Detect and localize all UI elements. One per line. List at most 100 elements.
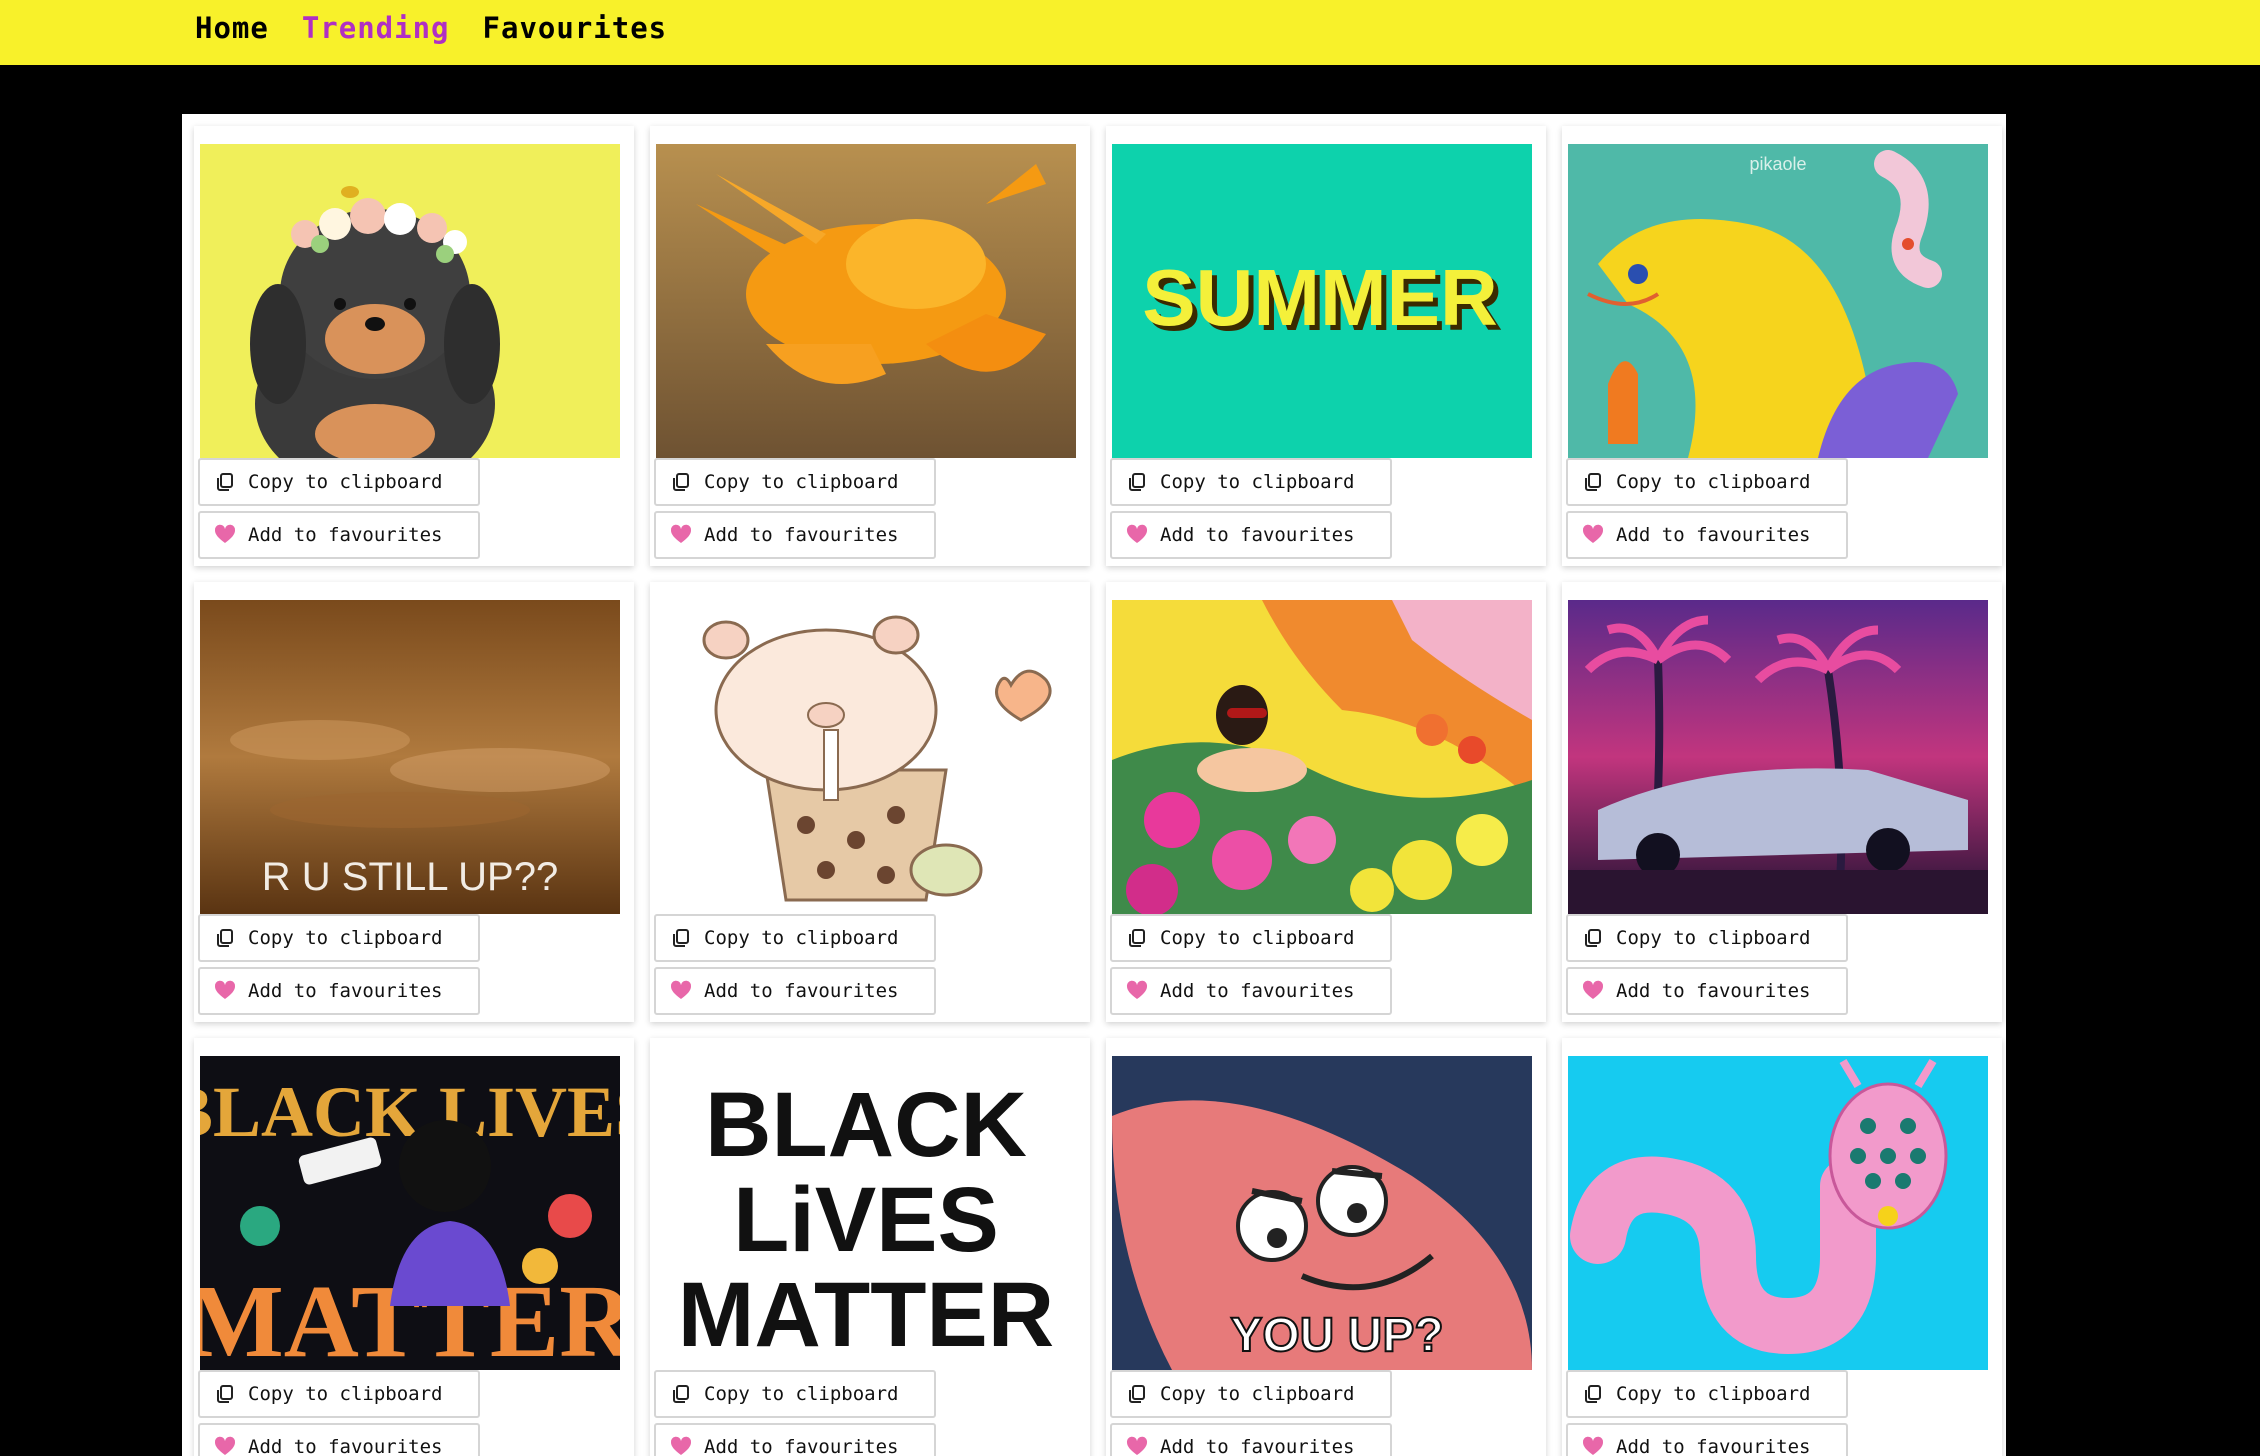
gif-card: BLACK LIVES MATTER Copy to clipboard Add… bbox=[194, 1038, 634, 1456]
copy-button-label: Copy to clipboard bbox=[1616, 471, 1811, 493]
top-nav-bar: Home Trending Favourites bbox=[0, 0, 2260, 65]
fav-button-label: Add to favourites bbox=[248, 980, 443, 1002]
gif-image[interactable] bbox=[200, 144, 620, 458]
gif-card: Copy to clipboard Add to favourites bbox=[650, 126, 1090, 566]
add-to-favourites-button[interactable]: Add to favourites bbox=[654, 511, 936, 559]
copy-to-clipboard-button[interactable]: Copy to clipboard bbox=[198, 458, 480, 506]
still-up-caption: R U STILL UP?? bbox=[262, 855, 558, 899]
copy-to-clipboard-button[interactable]: Copy to clipboard bbox=[1110, 914, 1392, 962]
gif-grid: Copy to clipboard Add to favourites Copy… bbox=[194, 126, 2002, 1456]
copy-to-clipboard-button[interactable]: Copy to clipboard bbox=[654, 914, 936, 962]
gif-image[interactable]: YOU UP? bbox=[1112, 1056, 1532, 1370]
add-to-favourites-button[interactable]: Add to favourites bbox=[198, 1423, 480, 1456]
gif-image[interactable]: pikaole bbox=[1568, 144, 1988, 458]
heart-icon bbox=[670, 1436, 692, 1456]
copy-button-label: Copy to clipboard bbox=[1160, 1383, 1355, 1405]
heart-icon bbox=[214, 524, 236, 546]
heart-icon bbox=[214, 1436, 236, 1456]
heart-icon bbox=[1126, 980, 1148, 1002]
pikaole-watermark: pikaole bbox=[1749, 154, 1806, 174]
clipboard-icon bbox=[1126, 471, 1148, 493]
clipboard-icon bbox=[670, 1383, 692, 1405]
copy-button-label: Copy to clipboard bbox=[1160, 471, 1355, 493]
heart-icon bbox=[670, 980, 692, 1002]
add-to-favourites-button[interactable]: Add to favourites bbox=[654, 967, 936, 1015]
blm-line-1: BLACK bbox=[705, 1074, 1027, 1176]
gif-image[interactable] bbox=[1112, 600, 1532, 914]
fav-button-label: Add to favourites bbox=[704, 1436, 899, 1456]
clipboard-icon bbox=[670, 471, 692, 493]
you-up-caption: YOU UP? bbox=[1230, 1309, 1443, 1362]
gif-image[interactable] bbox=[1568, 1056, 1988, 1370]
fav-button-label: Add to favourites bbox=[1160, 980, 1355, 1002]
clipboard-icon bbox=[1126, 1383, 1148, 1405]
copy-to-clipboard-button[interactable]: Copy to clipboard bbox=[1566, 458, 1848, 506]
clipboard-icon bbox=[1582, 927, 1604, 949]
heart-icon bbox=[1582, 1436, 1604, 1456]
copy-button-label: Copy to clipboard bbox=[1160, 927, 1355, 949]
copy-button-label: Copy to clipboard bbox=[704, 471, 899, 493]
gif-results-panel: Copy to clipboard Add to favourites Copy… bbox=[182, 114, 2006, 1456]
copy-button-label: Copy to clipboard bbox=[248, 471, 443, 493]
copy-button-label: Copy to clipboard bbox=[248, 1383, 443, 1405]
add-to-favourites-button[interactable]: Add to favourites bbox=[654, 1423, 936, 1456]
copy-button-label: Copy to clipboard bbox=[248, 927, 443, 949]
blm-line-2: LiVES bbox=[733, 1169, 999, 1271]
gif-card: Copy to clipboard Add to favourites bbox=[1562, 1038, 2002, 1456]
add-to-favourites-button[interactable]: Add to favourites bbox=[1110, 1423, 1392, 1456]
gif-card: R U STILL UP?? Copy to clipboard Add to … bbox=[194, 582, 634, 1022]
nav-trending-link[interactable]: Trending bbox=[302, 10, 450, 46]
heart-icon bbox=[1126, 1436, 1148, 1456]
heart-icon bbox=[214, 980, 236, 1002]
gif-image[interactable] bbox=[656, 144, 1076, 458]
gif-image[interactable]: SUMMER SUMMER bbox=[1112, 144, 1532, 458]
gif-image[interactable] bbox=[1568, 600, 1988, 914]
gif-card: BLACK LiVES MATTER Copy to clipboard Add… bbox=[650, 1038, 1090, 1456]
gif-image[interactable] bbox=[656, 600, 1076, 914]
heart-icon bbox=[1582, 524, 1604, 546]
gif-card: Copy to clipboard Add to favourites bbox=[1106, 582, 1546, 1022]
gif-card: SUMMER SUMMER Copy to clipboard Add to f… bbox=[1106, 126, 1546, 566]
copy-button-label: Copy to clipboard bbox=[1616, 1383, 1811, 1405]
copy-to-clipboard-button[interactable]: Copy to clipboard bbox=[198, 1370, 480, 1418]
clipboard-icon bbox=[1126, 927, 1148, 949]
fav-button-label: Add to favourites bbox=[704, 980, 899, 1002]
add-to-favourites-button[interactable]: Add to favourites bbox=[1566, 967, 1848, 1015]
fav-button-label: Add to favourites bbox=[704, 524, 899, 546]
copy-to-clipboard-button[interactable]: Copy to clipboard bbox=[198, 914, 480, 962]
clipboard-icon bbox=[1582, 471, 1604, 493]
gif-card: pikaole Copy to clipboard Add to favouri… bbox=[1562, 126, 2002, 566]
add-to-favourites-button[interactable]: Add to favourites bbox=[198, 511, 480, 559]
nav-favourites-link[interactable]: Favourites bbox=[483, 10, 668, 46]
add-to-favourites-button[interactable]: Add to favourites bbox=[1566, 1423, 1848, 1456]
heart-icon bbox=[1582, 980, 1604, 1002]
clipboard-icon bbox=[214, 471, 236, 493]
copy-to-clipboard-button[interactable]: Copy to clipboard bbox=[1110, 458, 1392, 506]
copy-to-clipboard-button[interactable]: Copy to clipboard bbox=[654, 458, 936, 506]
heart-icon bbox=[1126, 524, 1148, 546]
copy-to-clipboard-button[interactable]: Copy to clipboard bbox=[1110, 1370, 1392, 1418]
fav-button-label: Add to favourites bbox=[248, 1436, 443, 1456]
gif-image[interactable]: BLACK LIVES MATTER bbox=[200, 1056, 620, 1370]
main-nav: Home Trending Favourites bbox=[195, 10, 667, 46]
blm-line-3: MATTER bbox=[678, 1264, 1054, 1366]
heart-icon bbox=[670, 524, 692, 546]
copy-to-clipboard-button[interactable]: Copy to clipboard bbox=[1566, 914, 1848, 962]
add-to-favourites-button[interactable]: Add to favourites bbox=[1110, 967, 1392, 1015]
gif-card: Copy to clipboard Add to favourites bbox=[650, 582, 1090, 1022]
add-to-favourites-button[interactable]: Add to favourites bbox=[1566, 511, 1848, 559]
fav-button-label: Add to favourites bbox=[1160, 524, 1355, 546]
copy-to-clipboard-button[interactable]: Copy to clipboard bbox=[1566, 1370, 1848, 1418]
copy-to-clipboard-button[interactable]: Copy to clipboard bbox=[654, 1370, 936, 1418]
fav-button-label: Add to favourites bbox=[1616, 1436, 1811, 1456]
add-to-favourites-button[interactable]: Add to favourites bbox=[1110, 511, 1392, 559]
gif-image[interactable]: BLACK LiVES MATTER bbox=[656, 1056, 1076, 1370]
fav-button-label: Add to favourites bbox=[1616, 524, 1811, 546]
gif-image[interactable]: R U STILL UP?? bbox=[200, 600, 620, 914]
fav-button-label: Add to favourites bbox=[248, 524, 443, 546]
nav-home-link[interactable]: Home bbox=[195, 10, 269, 46]
summer-caption: SUMMER bbox=[1142, 253, 1498, 342]
gif-card: Copy to clipboard Add to favourites bbox=[1562, 582, 2002, 1022]
gif-card: Copy to clipboard Add to favourites bbox=[194, 126, 634, 566]
add-to-favourites-button[interactable]: Add to favourites bbox=[198, 967, 480, 1015]
